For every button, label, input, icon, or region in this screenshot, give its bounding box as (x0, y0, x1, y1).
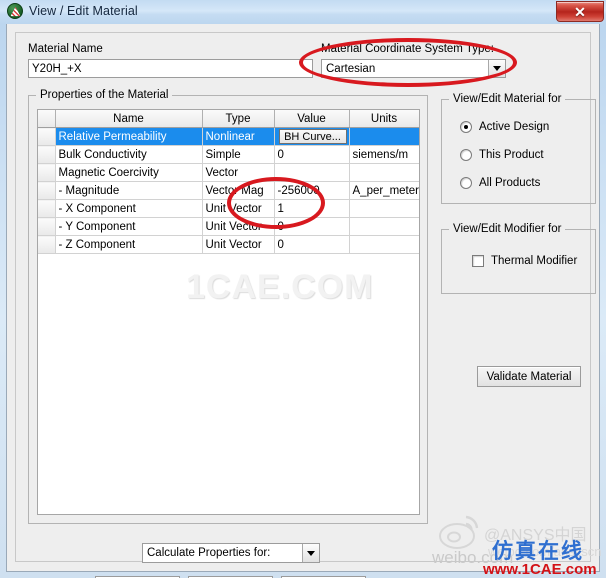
cell-name[interactable]: Bulk Conductivity (55, 145, 203, 164)
calculate-properties-value: Calculate Properties for: (147, 547, 271, 559)
cell-units[interactable] (349, 235, 419, 254)
cell-name[interactable]: - Z Component (55, 235, 203, 254)
table-row[interactable]: - Z Component Unit Vector 0 (38, 235, 419, 254)
view-edit-material-group: View/Edit Material for Active Design Thi… (441, 93, 596, 204)
bh-curve-button[interactable]: BH Curve... (278, 129, 347, 144)
cell-name[interactable]: Magnetic Coercivity (55, 163, 203, 182)
table-row[interactable]: - Y Component Unit Vector 0 (38, 217, 419, 236)
row-handle-cell[interactable] (38, 163, 56, 182)
cell-type[interactable]: Unit Vector (202, 235, 275, 254)
cell-value[interactable]: 0 (274, 235, 350, 254)
calculate-properties-dropdown[interactable]: Calculate Properties for: (142, 543, 320, 563)
table-row[interactable]: - Magnitude Vector Mag -256000 A_per_meter (38, 181, 419, 200)
checkbox-icon-thermal-modifier[interactable] (472, 255, 484, 267)
properties-table-body: Relative Permeability Nonlinear BH Curve..… (38, 127, 419, 254)
column-header-type[interactable]: Type (202, 110, 275, 128)
row-handle-cell[interactable] (38, 235, 56, 254)
cell-name[interactable]: Relative Permeability (55, 127, 203, 146)
row-handle-cell[interactable] (38, 199, 56, 218)
cell-type[interactable]: Simple (202, 145, 275, 164)
coordinate-system-value: Cartesian (326, 62, 376, 75)
close-button[interactable]: ✕ (556, 1, 604, 22)
title-bar-left: View / Edit Material (7, 3, 138, 19)
radio-option-this-product[interactable]: This Product (460, 149, 544, 161)
cell-units[interactable] (349, 199, 419, 218)
row-handle-cell[interactable] (38, 145, 56, 164)
column-header-units[interactable]: Units (349, 110, 419, 128)
row-handle-cell[interactable] (38, 127, 56, 146)
view-edit-material-group-label: View/Edit Material for (449, 93, 566, 105)
radio-icon-all-products[interactable] (460, 177, 472, 189)
table-header-row: Name Type Value Units (38, 110, 419, 128)
cell-name[interactable]: - Y Component (55, 217, 203, 236)
title-bar: View / Edit Material ✕ (0, 0, 606, 24)
cell-type[interactable]: Nonlinear (202, 127, 275, 146)
cell-type[interactable]: Unit Vector (202, 199, 275, 218)
cell-units[interactable] (349, 217, 419, 236)
column-header-name[interactable]: Name (55, 110, 203, 128)
coordinate-system-dropdown[interactable]: Cartesian (321, 59, 506, 78)
cell-name[interactable]: - X Component (55, 199, 203, 218)
properties-group: Properties of the Material Name Type Val… (28, 89, 428, 524)
chevron-down-icon-calculate[interactable] (302, 544, 319, 562)
chevron-down-icon[interactable] (488, 60, 505, 77)
validate-material-label: Validate Material (486, 370, 572, 383)
close-icon: ✕ (574, 3, 586, 20)
cell-value[interactable]: BH Curve... (274, 127, 350, 146)
row-handle-cell[interactable] (38, 181, 56, 200)
radio-label-active-design: Active Design (479, 121, 550, 133)
cell-units[interactable]: siemens/m (349, 145, 419, 164)
column-header-value[interactable]: Value (274, 110, 350, 128)
radio-label-all-products: All Products (479, 177, 541, 189)
coordinate-system-label: Material Coordinate System Type: (321, 43, 495, 55)
cell-type[interactable]: Unit Vector (202, 217, 275, 236)
cell-value[interactable]: -256000 (274, 181, 350, 200)
column-header-handle[interactable] (38, 110, 56, 128)
cell-units[interactable] (349, 163, 419, 182)
properties-table-container[interactable]: Name Type Value Units Relative Permeabil… (37, 109, 420, 515)
table-row[interactable]: Relative Permeability Nonlinear BH Curve..… (38, 127, 419, 146)
material-name-input[interactable] (28, 59, 313, 78)
cell-value[interactable] (274, 163, 350, 182)
row-handle-cell[interactable] (38, 217, 56, 236)
view-edit-modifier-group: View/Edit Modifier for Thermal Modifier (441, 223, 596, 294)
view-edit-modifier-group-label: View/Edit Modifier for (449, 223, 566, 235)
dialog-window: Material Name Material Coordinate System… (6, 24, 600, 578)
radio-icon-active-design[interactable] (460, 121, 472, 133)
table-row[interactable]: - X Component Unit Vector 1 (38, 199, 419, 218)
radio-label-this-product: This Product (479, 149, 544, 161)
cell-value[interactable]: 1 (274, 199, 350, 218)
cell-units[interactable] (349, 127, 419, 146)
material-name-label: Material Name (28, 43, 103, 55)
radio-icon-this-product[interactable] (460, 149, 472, 161)
dialog-client-area: Material Name Material Coordinate System… (15, 32, 596, 578)
ansys-logo-icon (7, 3, 23, 19)
cell-type[interactable]: Vector (202, 163, 275, 182)
checkbox-label-thermal-modifier: Thermal Modifier (491, 255, 578, 267)
cell-value[interactable]: 0 (274, 145, 350, 164)
properties-table: Name Type Value Units Relative Permeabil… (38, 110, 419, 254)
checkbox-thermal-modifier[interactable]: Thermal Modifier (472, 255, 577, 267)
cell-type[interactable]: Vector Mag (202, 181, 275, 200)
radio-option-all-products[interactable]: All Products (460, 177, 540, 189)
cell-value[interactable]: 0 (274, 217, 350, 236)
table-row[interactable]: Magnetic Coercivity Vector (38, 163, 419, 182)
radio-option-active-design[interactable]: Active Design (460, 121, 549, 133)
window-title: View / Edit Material (29, 4, 138, 18)
cell-name[interactable]: - Magnitude (55, 181, 203, 200)
table-row[interactable]: Bulk Conductivity Simple 0 siemens/m (38, 145, 419, 164)
cell-units[interactable]: A_per_meter (349, 181, 419, 200)
properties-group-label: Properties of the Material (36, 89, 173, 101)
validate-material-button[interactable]: Validate Material (477, 366, 581, 387)
